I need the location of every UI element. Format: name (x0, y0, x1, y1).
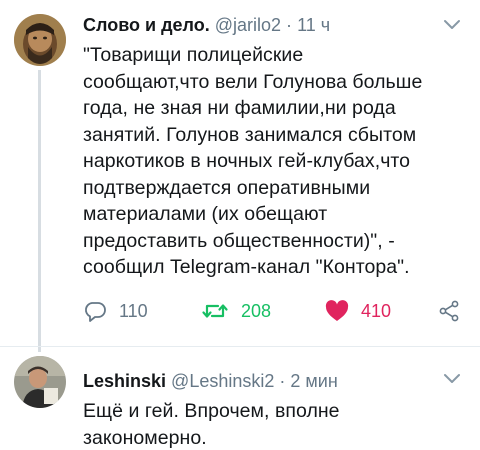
retweet-icon (201, 299, 229, 323)
avatar[interactable] (14, 14, 66, 66)
tweet-divider (0, 346, 480, 347)
tweet[interactable]: Leshinski @Leshinski2 · 2 мин Ещё и гей.… (0, 352, 480, 450)
author-handle[interactable]: @jarilo2 (215, 15, 281, 35)
like-button[interactable]: 410 (325, 296, 391, 326)
share-button[interactable] (437, 296, 461, 326)
reply-icon (83, 299, 107, 323)
retweet-count: 208 (241, 300, 272, 321)
avatar[interactable] (14, 356, 66, 408)
retweet-button[interactable]: 208 (201, 296, 271, 326)
chevron-down-icon[interactable] (442, 372, 462, 386)
tweet-header: Leshinski @Leshinski2 · 2 мин (83, 370, 430, 394)
separator-dot: · (279, 371, 286, 391)
tweet-header: Слово и дело. @jarilo2 · 11 ч (83, 14, 430, 38)
tweet-actions: 110 208 410 (83, 296, 466, 326)
tweet-text: "Товарищи полицейские сообщают,что вели … (83, 44, 423, 278)
author-handle[interactable]: @Leshinski2 (171, 371, 274, 391)
like-count: 410 (361, 300, 392, 321)
chevron-down-icon[interactable] (442, 18, 462, 32)
timestamp[interactable]: 2 мин (290, 371, 337, 391)
heart-icon (325, 300, 349, 322)
reply-button[interactable]: 110 (83, 296, 148, 326)
tweet[interactable]: Слово и дело. @jarilo2 · 11 ч "Товарищи … (0, 0, 480, 345)
reply-count: 110 (119, 300, 148, 321)
author-name[interactable]: Leshinski (83, 371, 166, 391)
share-icon (437, 299, 461, 323)
author-name[interactable]: Слово и дело. (83, 15, 210, 35)
separator-dot: · (286, 15, 293, 35)
tweet-text: Ещё и гей. Впрочем, вполне закономерно. (83, 400, 340, 449)
timestamp[interactable]: 11 ч (297, 15, 330, 35)
